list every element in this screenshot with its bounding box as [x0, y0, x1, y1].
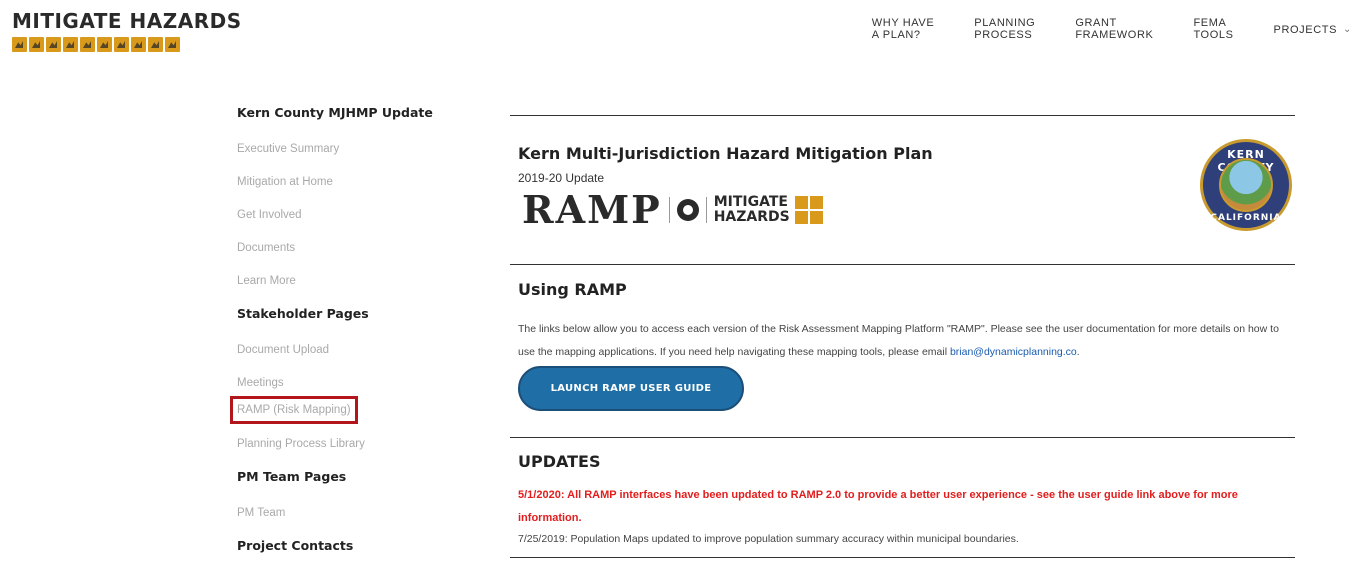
- hazard-icon: [63, 37, 78, 52]
- nav-why-have-a-plan[interactable]: WHY HAVE A PLAN?: [872, 17, 934, 41]
- launch-ramp-user-guide-button[interactable]: LAUNCH RAMP USER GUIDE: [518, 366, 744, 411]
- nav-planning-process[interactable]: PLANNING PROCESS: [974, 17, 1035, 41]
- sidebar-item-learn-more[interactable]: Learn More: [237, 272, 437, 305]
- divider: [510, 437, 1295, 438]
- hazard-icon: [809, 196, 823, 209]
- sidebar-heading-pm-team: PM Team Pages: [237, 469, 347, 484]
- mh-logo-line1: MITIGATE: [713, 194, 788, 210]
- hazard-icon: [80, 37, 95, 52]
- hazard-icon: [794, 211, 808, 224]
- sidebar-item-documents[interactable]: Documents: [237, 239, 437, 272]
- hazard-icon: [46, 37, 61, 52]
- sidebar-heading-kern: Kern County MJHMP Update: [237, 105, 433, 120]
- logo-text: MITIGATE HAZARDS: [12, 9, 242, 33]
- nav-projects[interactable]: PROJECTS ⌄: [1274, 24, 1352, 36]
- sidebar-item-mitigation-at-home[interactable]: Mitigation at Home: [237, 173, 437, 206]
- update-item-red: 5/1/2020: All RAMP interfaces have been …: [518, 489, 1238, 524]
- nav-fema-tools[interactable]: FEMA TOOLS: [1193, 17, 1233, 41]
- mitigate-hazards-logo: MITIGATE HAZARDS: [714, 195, 823, 225]
- hazard-icon: [114, 37, 129, 52]
- sidebar-item-executive-summary[interactable]: Executive Summary: [237, 140, 437, 173]
- hazard-icon: [97, 37, 112, 52]
- hazard-icon: [165, 37, 180, 52]
- logo-separator: [668, 197, 670, 223]
- email-link[interactable]: brian@dynamicplanning.co: [950, 346, 1077, 358]
- hazard-icon: [148, 37, 163, 52]
- site-logo[interactable]: MITIGATE HAZARDS: [12, 10, 242, 52]
- seal-bottom-text: CALIFORNIA: [1210, 213, 1282, 223]
- mh-logo-line2: HAZARDS: [713, 209, 790, 225]
- sidebar: Kern County MJHMP Update Executive Summa…: [230, 104, 437, 573]
- update-item: 7/25/2019: Population Maps updated to im…: [518, 533, 1019, 545]
- divider: [510, 264, 1295, 265]
- page-subtitle: 2019-20 Update: [518, 171, 605, 185]
- dynamic-planning-icon: [676, 199, 699, 221]
- hazard-icon: [809, 211, 823, 224]
- sidebar-item-ramp-risk-mapping[interactable]: RAMP (Risk Mapping): [230, 396, 358, 424]
- logo-separator: [705, 197, 707, 223]
- page-title: Kern Multi-Jurisdiction Hazard Mitigatio…: [518, 144, 933, 163]
- nav-projects-label: PROJECTS: [1273, 24, 1338, 36]
- hazard-icons-strip: [12, 37, 242, 52]
- divider: [510, 115, 1295, 116]
- chevron-down-icon: ⌄: [1343, 24, 1352, 35]
- divider: [510, 557, 1295, 558]
- hazard-icon: [12, 37, 27, 52]
- hazard-icon: [131, 37, 146, 52]
- hazard-icons-grid: [794, 196, 823, 224]
- top-navigation: WHY HAVE A PLAN? PLANNING PROCESS GRANT …: [872, 17, 1352, 41]
- using-ramp-paragraph: The links below allow you to access each…: [518, 323, 1279, 358]
- updates-heading: UPDATES: [518, 452, 601, 471]
- kern-county-seal: KERN COUNTY CALIFORNIA: [1200, 139, 1292, 231]
- nav-grant-framework[interactable]: GRANT FRAMEWORK: [1075, 17, 1153, 41]
- hazard-icon: [29, 37, 44, 52]
- ramp-logo: RAMP MITIGATE HAZARDS: [522, 190, 823, 230]
- seal-landscape-icon: [1219, 158, 1273, 212]
- using-ramp-heading: Using RAMP: [518, 280, 627, 299]
- sidebar-item-pm-team[interactable]: PM Team: [237, 504, 437, 537]
- sidebar-item-meetings[interactable]: Meetings: [237, 374, 437, 400]
- hazard-icon: [794, 196, 808, 209]
- sidebar-heading-project-contacts: Project Contacts: [237, 538, 354, 553]
- sidebar-item-planning-process-library[interactable]: Planning Process Library: [237, 435, 437, 468]
- sidebar-heading-stakeholder: Stakeholder Pages: [237, 306, 369, 321]
- sidebar-item-get-involved[interactable]: Get Involved: [237, 206, 437, 239]
- using-ramp-text: The links below allow you to access each…: [518, 323, 1279, 358]
- ramp-logo-text: RAMP: [522, 187, 662, 232]
- sidebar-item-document-upload[interactable]: Document Upload: [237, 341, 437, 374]
